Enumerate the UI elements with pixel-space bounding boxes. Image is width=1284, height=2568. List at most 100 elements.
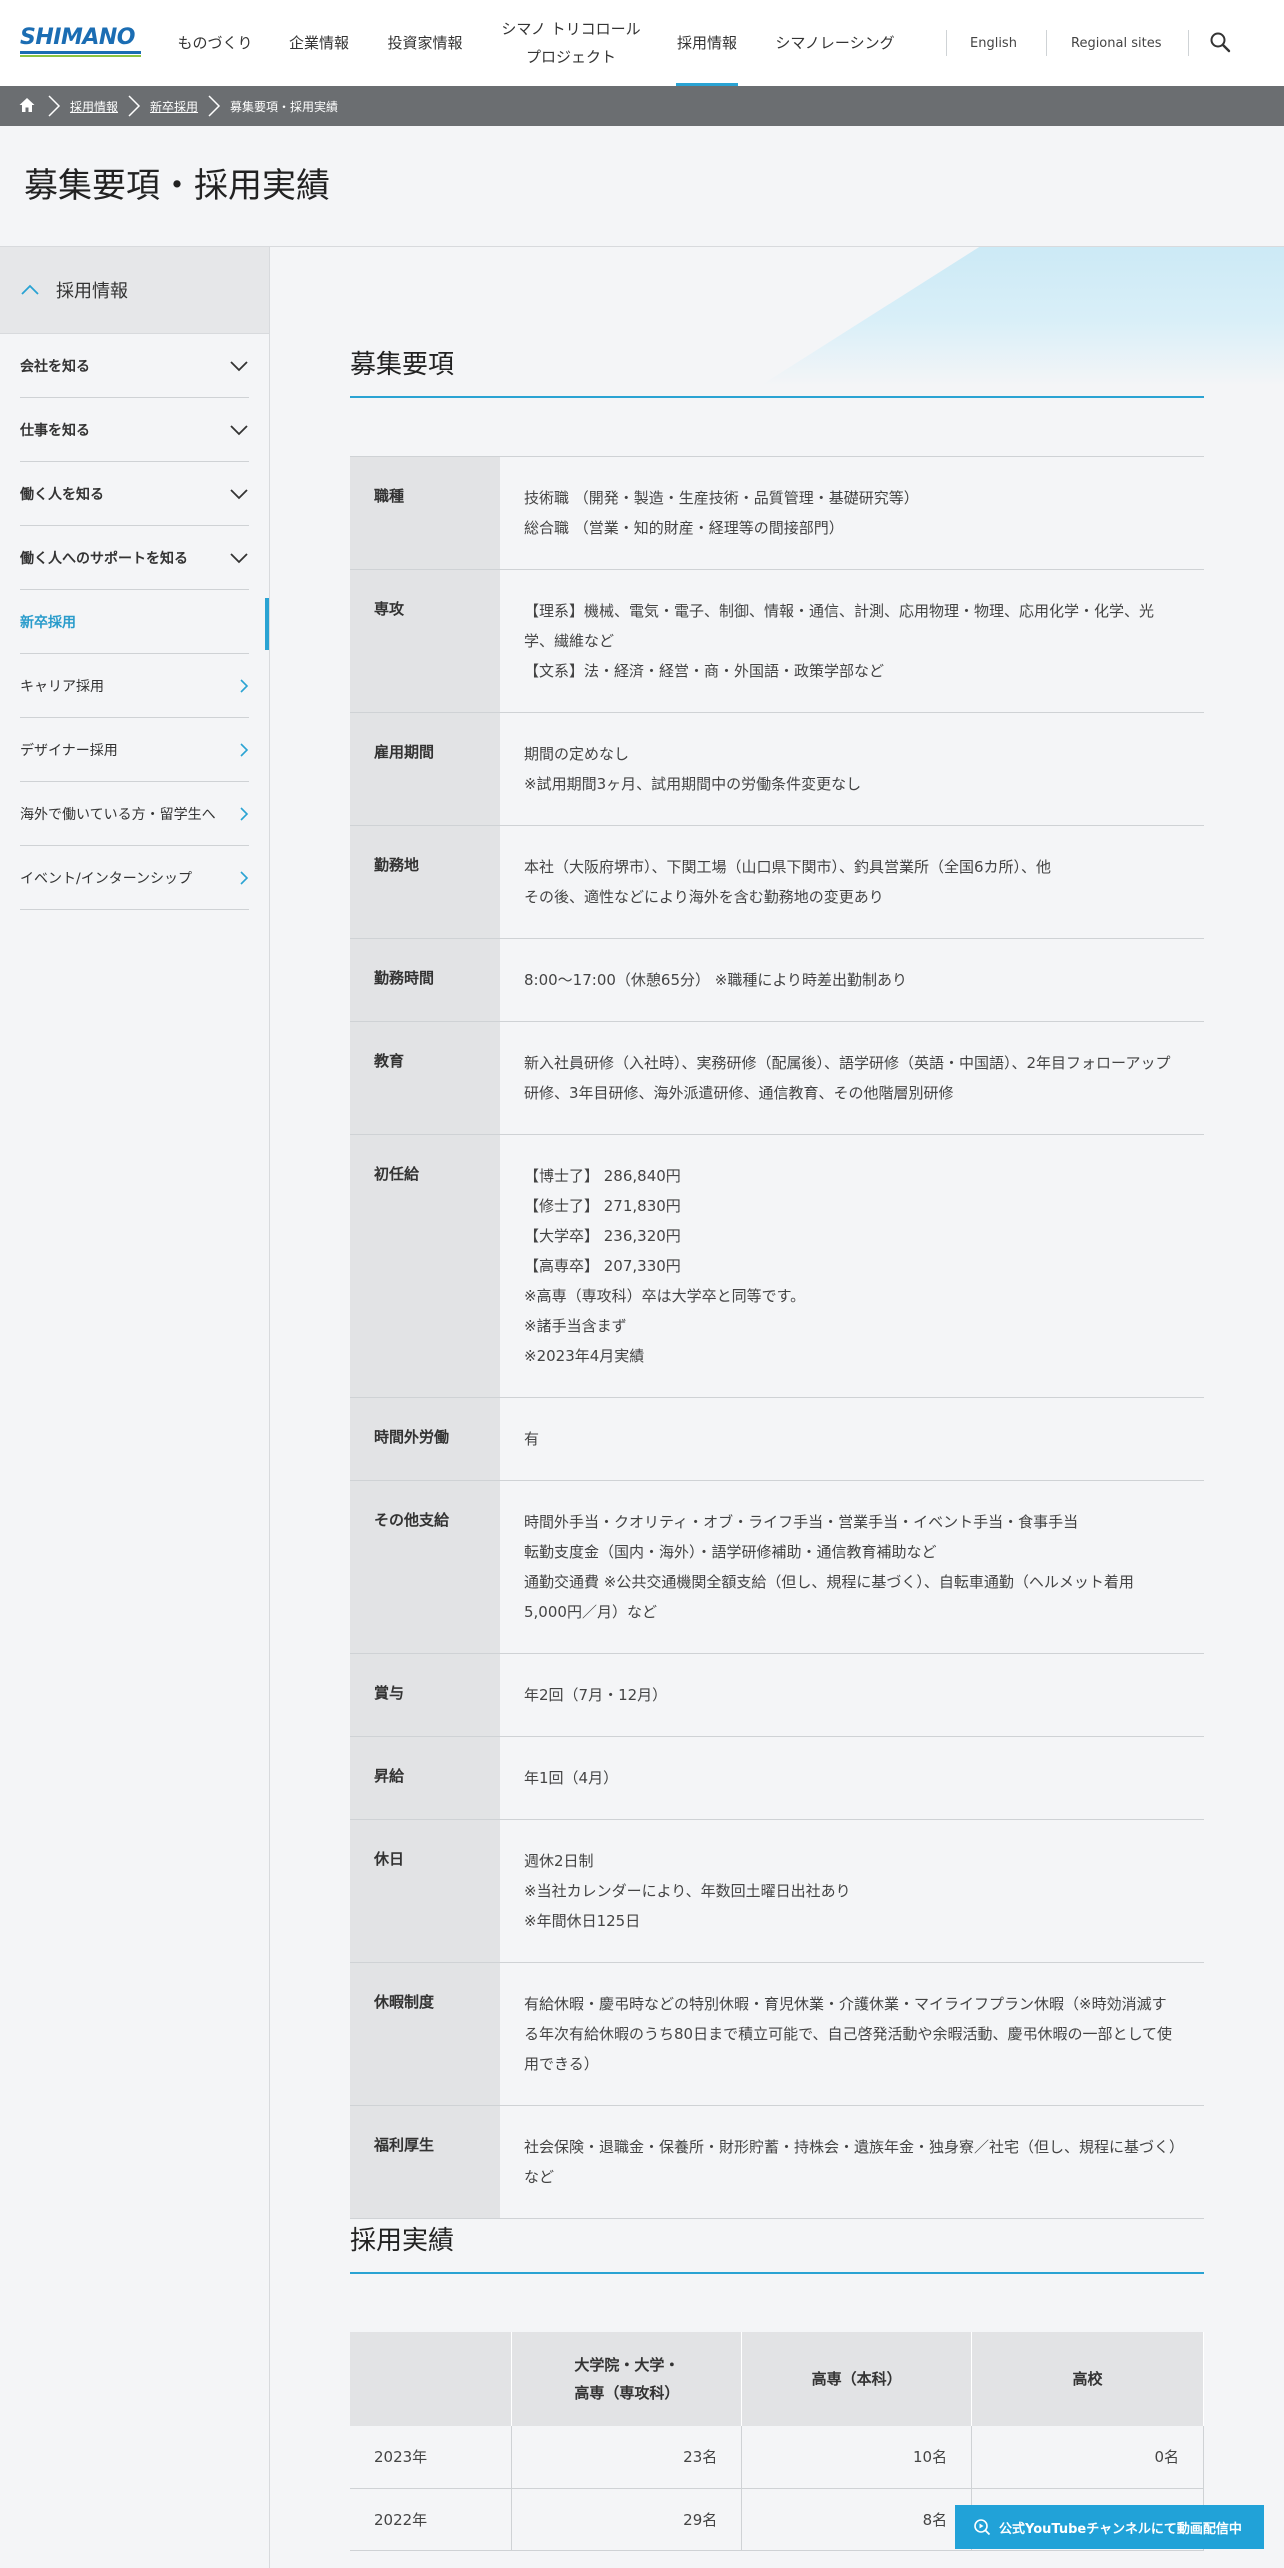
results-count-cell: 8名	[741, 2488, 973, 2551]
header-university-cell: 大学院・大学・ 高専（専攻科）	[511, 2332, 743, 2426]
header-kosen-cell: 高専（本科）	[741, 2332, 973, 2426]
sidebar-item-about-work[interactable]: 仕事を知る	[20, 398, 249, 462]
results-year-cell: 2022年	[350, 2488, 513, 2551]
requirements-value: 週休2日制 ※当社カレンダーにより、年数回土曜日出社あり ※年間休日125日	[500, 1819, 1204, 1963]
results-count-cell: 29名	[511, 2488, 743, 2551]
results-title: 採用実績	[350, 2226, 455, 2256]
requirements-value-line: 年2回（7月・12月）	[524, 1686, 668, 1704]
sidebar-item-about-company[interactable]: 会社を知る	[20, 334, 249, 398]
sidebar-item-new-graduates[interactable]: 新卒採用	[20, 590, 269, 654]
requirements-row: 休暇制度 有給休暇・慶弔時などの特別休暇・育児休業・介護休業・マイライフプラン休暇…	[350, 1962, 1204, 2106]
sidebar-item-label: 仕事を知る	[20, 422, 90, 439]
requirements-value-line: 新入社員研修（入社時）、実務研修（配属後）、語学研修（英語・中国語）、2年目フォ…	[524, 1054, 1171, 1102]
requirements-value-line: 時間外手当・クオリティ・オブ・ライフ手当・営業手当・イベント手当・食事手当	[524, 1513, 1079, 1531]
requirements-row: 勤務時間 8:00～17:00（休憩65分） ※職種により時差出勤制あり	[350, 938, 1204, 1022]
nav-label: ものづくり	[177, 34, 253, 52]
requirements-value: 期間の定めなし ※試用期間3ヶ月、試用期間中の労働条件変更なし	[500, 712, 1204, 826]
requirements-key: 専攻	[350, 569, 500, 713]
nav-label: シマノレーシング	[775, 34, 895, 52]
requirements-value: 年1回（4月）	[500, 1736, 1204, 1820]
requirements-value-line: 【博士了】 286,840円	[524, 1167, 681, 1185]
site-header: SHIMANO ものづくり 企業情報 投資家情報 シマノ トリコロール プロジェ…	[0, 0, 1284, 86]
logo-wordmark: SHIMANO	[20, 25, 135, 50]
breadcrumb-current: 募集要項・採用実績	[230, 99, 339, 114]
requirements-key: 職種	[350, 456, 500, 570]
chevron-right-icon	[208, 95, 221, 117]
chevron-right-icon	[240, 742, 249, 757]
nav-racing[interactable]: シマノレーシング	[772, 0, 898, 86]
sidebar-header-label: 採用情報	[56, 281, 128, 302]
sidebar-item-events[interactable]: イベント/インターンシップ	[20, 846, 249, 910]
header-kosen-label: 高専（本科）	[811, 2370, 902, 2388]
requirements-value-line: 【理系】機械、電気・電子、制御、情報・通信、計測、応用物理・物理、応用化学・化学…	[524, 602, 1155, 650]
header-year-cell	[350, 2332, 513, 2426]
sidebar-item-overseas[interactable]: 海外で働いている方・留学生へ	[20, 782, 249, 846]
requirements-value-line: 本社（大阪府堺市）、下関工場（山口県下関市）、釣具営業所（全国6カ所）、他	[524, 858, 1052, 876]
logo-blue-bar	[20, 51, 141, 54]
chevron-right-icon	[240, 678, 249, 693]
logo-green-bar	[20, 55, 141, 57]
search-icon[interactable]	[1208, 30, 1232, 54]
header-highschool-label: 高校	[1072, 2370, 1103, 2388]
sidebar-item-label: 働く人を知る	[20, 486, 104, 503]
sidebar-item-about-support[interactable]: 働く人へのサポートを知る	[20, 526, 249, 590]
requirements-value-line: ※諸手当含まず	[524, 1317, 627, 1335]
sidebar-item-designer[interactable]: デザイナー採用	[20, 718, 249, 782]
chevron-down-icon	[230, 552, 248, 563]
regional-sites-link[interactable]: Regional sites	[1071, 0, 1161, 86]
requirements-value: 技術職 （開発・製造・生産技術・品質管理・基礎研究等） 総合職 （営業・知的財産・…	[500, 456, 1204, 570]
sidebar: 採用情報 会社を知る 仕事を知る 働く人を知る 働く人へのサポートを知る 新卒採…	[0, 247, 270, 2568]
requirements-row: 福利厚生 社会保険・退職金・保養所・財形貯蓄・持株会・遺族年金・独身寮／社宅（但し…	[350, 2105, 1204, 2219]
youtube-button-label: 公式YouTubeチャンネルにて動画配信中	[999, 2521, 1242, 2537]
nav-company[interactable]: 企業情報	[284, 0, 354, 86]
nav-divider	[1188, 30, 1189, 56]
requirements-value-line: 有給休暇・慶弔時などの特別休暇・育児休業・介護休業・マイライフプラン休暇（※時効…	[524, 1995, 1173, 2073]
sidebar-item-career[interactable]: キャリア採用	[20, 654, 249, 718]
home-icon[interactable]	[18, 96, 38, 116]
breadcrumb-new-graduates[interactable]: 新卒採用	[150, 98, 198, 115]
requirements-value: 有	[500, 1397, 1204, 1481]
sidebar-item-label: 新卒採用	[20, 614, 76, 631]
requirements-table: 職種 技術職 （開発・製造・生産技術・品質管理・基礎研究等） 総合職 （営業・知的財…	[350, 456, 1204, 2219]
nav-label: 採用情報	[676, 34, 737, 52]
requirements-value-line: 【大学卒】 236,320円	[524, 1227, 681, 1245]
requirements-key: 勤務地	[350, 825, 500, 939]
requirements-value-line: 年1回（4月）	[524, 1769, 619, 1787]
nav-label-line2: プロジェクト	[525, 48, 616, 66]
requirements-value: 新入社員研修（入社時）、実務研修（配属後）、語学研修（英語・中国語）、2年目フォ…	[500, 1021, 1204, 1135]
breadcrumb-recruit[interactable]: 採用情報	[70, 98, 118, 115]
requirements-row: 初任給 【博士了】 286,840円 【修士了】 271,830円 【大学卒】 236…	[350, 1134, 1204, 1398]
sidebar-item-label: デザイナー採用	[20, 742, 118, 759]
nav-recruit[interactable]: 採用情報	[676, 0, 738, 86]
requirements-key: 休暇制度	[350, 1962, 500, 2106]
requirements-value: 【理系】機械、電気・電子、制御、情報・通信、計測、応用物理・物理、応用化学・化学…	[500, 569, 1204, 713]
english-label: English	[970, 35, 1017, 51]
nav-tricolore-project[interactable]: シマノ トリコロール プロジェクト	[496, 0, 646, 86]
requirements-value: 社会保険・退職金・保養所・財形貯蓄・持株会・遺族年金・独身寮／社宅（但し、規程に…	[500, 2105, 1204, 2219]
requirements-row: 勤務地 本社（大阪府堺市）、下関工場（山口県下関市）、釣具営業所（全国6カ所）、他…	[350, 825, 1204, 939]
sidebar-item-about-people[interactable]: 働く人を知る	[20, 462, 249, 526]
youtube-channel-button[interactable]: 公式YouTubeチャンネルにて動画配信中	[955, 2505, 1264, 2549]
nav-monozukuri[interactable]: ものづくり	[170, 0, 260, 86]
requirements-row: 時間外労働 有	[350, 1397, 1204, 1481]
requirements-value-line: 8:00～17:00（休憩65分） ※職種により時差出勤制あり	[524, 971, 908, 989]
nav-investors[interactable]: 投資家情報	[382, 0, 468, 86]
shimano-logo[interactable]: SHIMANO	[20, 27, 141, 59]
header-university-line2: 高専（専攻科）	[574, 2384, 680, 2402]
requirements-value-line: 【修士了】 271,830円	[524, 1197, 681, 1215]
chevron-right-icon	[240, 870, 249, 885]
sidebar-header[interactable]: 採用情報	[0, 247, 269, 334]
english-link[interactable]: English	[970, 0, 1017, 86]
requirements-value-line: ※年間休日125日	[524, 1912, 641, 1930]
requirements-key: 昇給	[350, 1736, 500, 1820]
requirements-value-line: 有	[524, 1430, 540, 1448]
requirements-row: その他支給 時間外手当・クオリティ・オブ・ライフ手当・営業手当・イベント手当・食事…	[350, 1480, 1204, 1654]
play-search-icon	[974, 2519, 991, 2536]
chevron-right-icon	[48, 95, 61, 117]
requirements-value-line: 社会保険・退職金・保養所・財形貯蓄・持株会・遺族年金・独身寮／社宅（但し、規程に…	[524, 2138, 1177, 2186]
requirements-value: 年2回（7月・12月）	[500, 1653, 1204, 1737]
requirements-row: 専攻 【理系】機械、電気・電子、制御、情報・通信、計測、応用物理・物理、応用化学・…	[350, 569, 1204, 713]
requirements-title-rule	[350, 396, 1204, 398]
requirements-value-line: 総合職 （営業・知的財産・経理等の間接部門）	[524, 519, 844, 537]
requirements-key: 福利厚生	[350, 2105, 500, 2219]
